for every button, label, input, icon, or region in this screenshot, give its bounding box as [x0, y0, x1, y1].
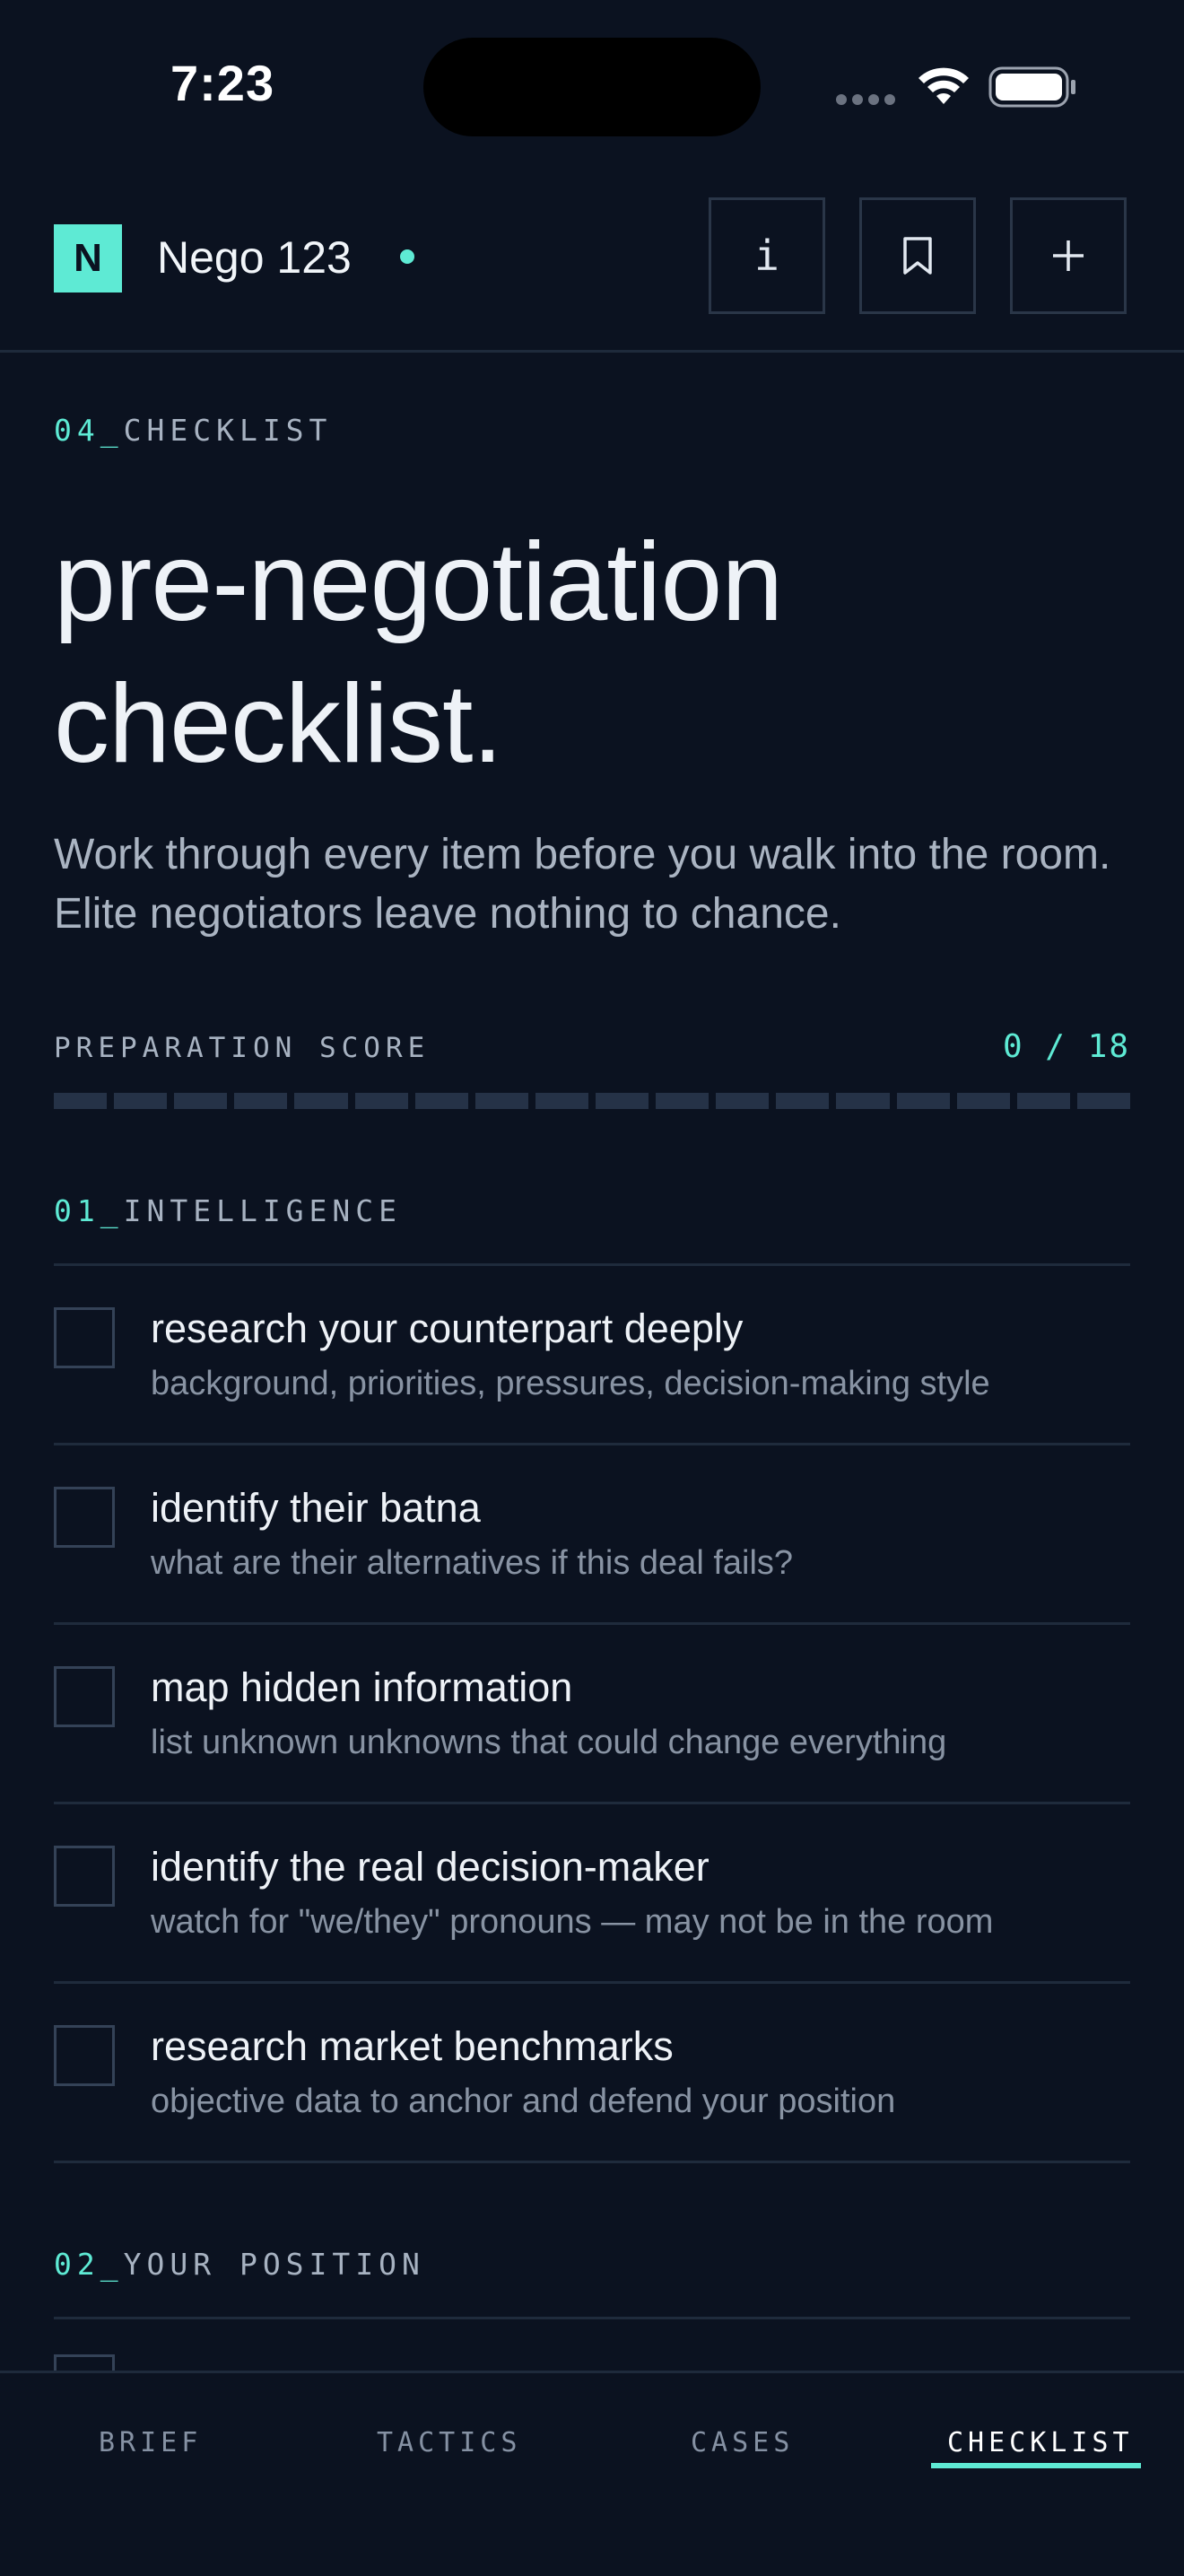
score-segment	[414, 1093, 468, 1109]
score-value: 0 / 18	[1002, 1028, 1130, 1065]
checklist-item[interactable]: research market benchmarks objective dat…	[54, 1984, 1130, 2163]
page-intro: Work through every item before you walk …	[54, 831, 1111, 938]
score-segment	[956, 1093, 1010, 1109]
item-subtitle: what are their alternatives if this deal…	[151, 1544, 794, 1582]
score-segment	[896, 1093, 950, 1109]
item-subtitle: objective data to anchor and defend your…	[151, 2083, 896, 2120]
score-segment	[1076, 1093, 1130, 1109]
score-segment	[535, 1093, 588, 1109]
item-checkbox[interactable]	[54, 1487, 115, 1548]
section-kicker: 04_CHECKLIST	[54, 413, 332, 448]
item-subtitle: list unknown unknowns that could change …	[151, 1724, 947, 1761]
active-tab-indicator	[931, 2463, 1141, 2468]
score-progress-bar	[54, 1093, 1130, 1109]
dynamic-island	[423, 38, 761, 136]
page-title: pre-negotiation checklist.	[54, 511, 783, 795]
bookmark-button[interactable]	[859, 197, 976, 314]
checklist-item[interactable]: identify the real decision-maker watch f…	[54, 1804, 1130, 1984]
score-segment	[1016, 1093, 1070, 1109]
score-label: PREPARATION SCORE	[54, 1032, 431, 1064]
score-segment	[114, 1093, 168, 1109]
item-subtitle: watch for "we/they" pronouns — may not b…	[151, 1903, 994, 1941]
group-number: 02_	[54, 2247, 124, 2282]
wifi-icon	[918, 67, 969, 104]
item-checkbox[interactable]	[54, 1307, 115, 1368]
score-segment	[836, 1093, 890, 1109]
tab-brief[interactable]: BRIEF	[99, 2427, 202, 2458]
score-segment	[54, 1093, 108, 1109]
page-title-line-2: checklist.	[54, 662, 503, 786]
tab-cases[interactable]: CASES	[691, 2427, 794, 2458]
group-label-your-position: 02_YOUR POSITION	[54, 2247, 425, 2282]
score-segment	[234, 1093, 288, 1109]
online-status-dot	[400, 249, 414, 264]
score-segment	[174, 1093, 228, 1109]
item-checkbox[interactable]	[54, 1846, 115, 1907]
score-segment	[354, 1093, 408, 1109]
group-name: INTELLIGENCE	[123, 1193, 403, 1228]
item-title: research market benchmarks	[151, 2023, 674, 2069]
item-checkbox[interactable]	[54, 1666, 115, 1727]
group-label-intelligence: 01_INTELLIGENCE	[54, 1193, 402, 1228]
cellular-signal-icon	[836, 93, 901, 109]
score-segment	[776, 1093, 830, 1109]
info-icon: i	[754, 231, 779, 280]
tab-tactics[interactable]: TACTICS	[377, 2427, 521, 2458]
section-number: 04_	[54, 413, 124, 448]
item-title: identify the real decision-maker	[151, 1844, 710, 1890]
score-segment	[294, 1093, 348, 1109]
status-icons	[836, 65, 1078, 109]
status-time: 7:23	[170, 55, 275, 111]
preparation-score: PREPARATION SCORE 0 / 18	[54, 1028, 1130, 1068]
bookmark-icon	[903, 237, 932, 275]
score-segment	[595, 1093, 649, 1109]
score-segment	[474, 1093, 528, 1109]
app-header: N Nego 123 i	[0, 170, 1184, 353]
plus-icon	[1053, 240, 1084, 271]
tab-checklist[interactable]: CHECKLIST	[947, 2427, 1134, 2458]
item-title: map hidden information	[151, 1664, 573, 1710]
checklist-item[interactable]: identify their batna what are their alte…	[54, 1445, 1130, 1625]
checklist-item[interactable]: map hidden information list unknown unkn…	[54, 1625, 1130, 1804]
checklist-item-partial[interactable]	[54, 2320, 1130, 2374]
section-name: CHECKLIST	[123, 413, 333, 448]
item-title: identify their batna	[151, 1485, 481, 1531]
page-title-line-1: pre-negotiation	[54, 520, 783, 644]
session-title: Nego 123	[157, 232, 352, 283]
status-bar: 7:23	[0, 0, 1184, 170]
add-button[interactable]	[1010, 197, 1127, 314]
app-logo: N	[54, 224, 122, 293]
group-divider	[54, 2317, 1130, 2319]
battery-icon	[988, 66, 1075, 108]
group-name: YOUR POSITION	[123, 2247, 425, 2282]
item-subtitle: background, priorities, pressures, decis…	[151, 1365, 990, 1402]
group-number: 01_	[54, 1193, 124, 1228]
score-segment	[656, 1093, 710, 1109]
bottom-tab-bar: BRIEF TACTICS CASES CHECKLIST	[0, 2371, 1184, 2576]
item-checkbox[interactable]	[54, 2025, 115, 2086]
score-segment	[716, 1093, 770, 1109]
checklist-item[interactable]: research your counterpart deeply backgro…	[54, 1266, 1130, 1445]
item-title: research your counterpart deeply	[151, 1305, 744, 1351]
info-button[interactable]: i	[709, 197, 825, 314]
